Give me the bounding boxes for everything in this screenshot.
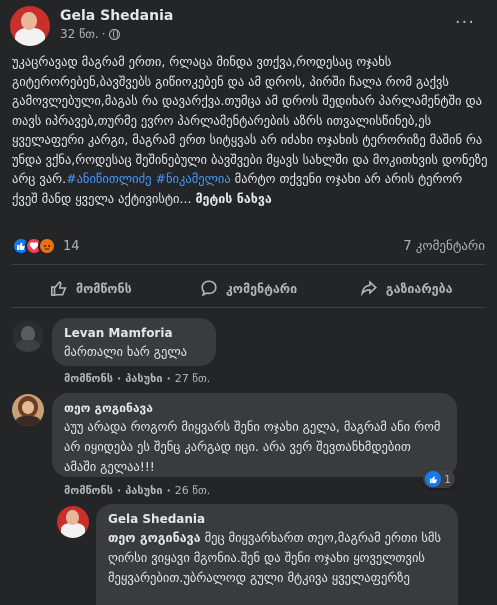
comment-author[interactable]: თეო გოგინავა xyxy=(64,401,445,415)
hashtags[interactable]: #ანიწითლიძე #ნიკამელია xyxy=(66,171,231,186)
post-card: Gela Shedania 32 წთ. · ··· უკაცრავად მაგ… xyxy=(0,0,497,605)
author-name[interactable]: Gela Shedania xyxy=(60,8,173,24)
comment-button[interactable]: კომენტარი xyxy=(170,270,328,306)
divider xyxy=(12,307,485,308)
comment-bubble: Levan Mamforia მართალი ხარ გელა xyxy=(52,318,216,366)
thumbs-up-icon xyxy=(425,471,441,487)
post-text: უკაცრავად მაგრამ ერთი, რლაცა მინდა ვთქვა… xyxy=(12,52,488,208)
comment-actions: მომწონს · პასუხი · 26 წთ. xyxy=(64,484,211,497)
like-button[interactable]: მომწონს xyxy=(12,270,170,306)
see-more-link[interactable]: მეტის ნახვა xyxy=(195,191,271,206)
comment-text: მართალი ხარ გელა xyxy=(64,344,187,359)
author-avatar[interactable] xyxy=(10,6,50,46)
comment-time[interactable]: 27 წთ. xyxy=(175,372,211,385)
thumbs-up-outline-icon xyxy=(50,281,67,297)
comment-text: აუუ არადა როგორ მიყვარს შენი ოჯახი გელა,… xyxy=(64,419,441,474)
commenter-avatar[interactable] xyxy=(12,320,44,352)
share-button-label: გაზიარება xyxy=(385,280,453,296)
comment-time[interactable]: 26 წთ. xyxy=(175,484,211,497)
reply-author-avatar[interactable] xyxy=(57,506,89,538)
comment-actions: მომწონს · პასუხი · 27 წთ. xyxy=(64,372,211,385)
post-text-main: უკაცრავად მაგრამ ერთი, რლაცა მინდა ვთქვა… xyxy=(12,54,488,186)
reply-text: თეო გოგინავა მეც მიყვარხართ თეო,მაგრამ ე… xyxy=(108,528,446,588)
more-options-button[interactable]: ··· xyxy=(455,12,475,33)
comment-count[interactable]: 7 კომენტარი xyxy=(403,239,485,254)
reaction-count: 14 xyxy=(63,238,80,254)
post-actions: მომწონს კომენტარი გაზიარება xyxy=(12,270,485,306)
post-time[interactable]: 32 წთ. xyxy=(60,27,99,41)
share-arrow-icon xyxy=(360,280,377,297)
comment-author[interactable]: Levan Mamforia xyxy=(64,326,204,340)
reply-bubble: Gela Shedania თეო გოგინავა მეც მიყვარხარ… xyxy=(96,504,458,605)
comment-reply-link[interactable]: პასუხი xyxy=(125,484,162,497)
share-button[interactable]: გაზიარება xyxy=(327,270,485,306)
reaction-summary[interactable]: 14 xyxy=(12,237,80,255)
mention-link[interactable]: თეო გოგინავა xyxy=(108,530,201,545)
comment-like-link[interactable]: მომწონს xyxy=(64,484,113,497)
globe-icon xyxy=(108,28,120,40)
angry-face-icon xyxy=(38,237,56,255)
post-meta: 32 წთ. · xyxy=(60,27,120,41)
commenter-avatar[interactable] xyxy=(12,394,44,426)
comment-bubble-icon xyxy=(201,280,217,297)
comment-bubble: თეო გოგინავა აუუ არადა როგორ მიყვარს შენ… xyxy=(52,393,457,477)
comment-like-badge[interactable]: 1 xyxy=(423,470,455,488)
comment-like-link[interactable]: მომწონს xyxy=(64,372,113,385)
comment-reply-link[interactable]: პასუხი xyxy=(125,372,162,385)
like-button-label: მომწონს xyxy=(75,280,132,296)
comment-button-label: კომენტარი xyxy=(225,280,298,296)
comment-like-count: 1 xyxy=(444,472,451,486)
divider xyxy=(12,264,485,265)
reply-author[interactable]: Gela Shedania xyxy=(108,512,446,526)
